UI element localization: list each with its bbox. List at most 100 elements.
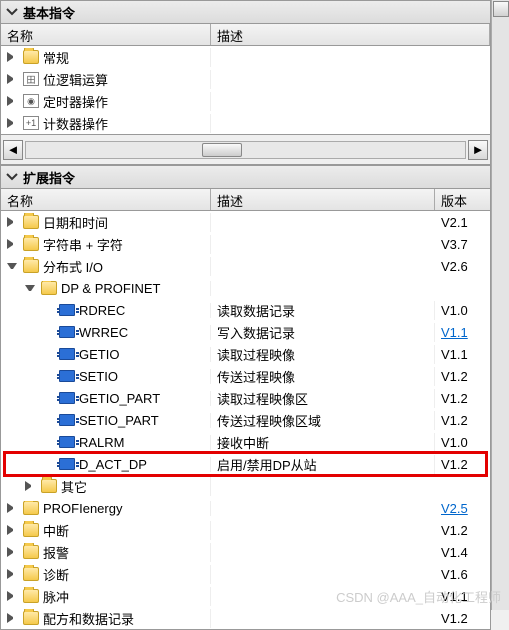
expand-spacer [43,415,53,425]
folder-icon [23,545,39,559]
tree-item[interactable]: SETIO_PART传送过程映像区域V1.2 [1,409,490,431]
folder-icon [23,523,39,537]
tree-item[interactable]: 中断V1.2 [1,519,490,541]
tree-item[interactable]: 字符串 + 字符V3.7 [1,233,490,255]
expand-closed-icon[interactable] [7,547,17,557]
folder-icon [23,501,39,515]
folder-icon [23,611,39,625]
item-version: V1.1 [435,347,490,362]
collapse-icon[interactable] [5,5,19,19]
item-label: PROFIenergy [43,501,122,516]
tree-item[interactable]: 分布式 I/OV2.6 [1,255,490,277]
tree-item[interactable]: GETIO_PART读取过程映像区V1.2 [1,387,490,409]
item-version: V1.4 [435,545,490,560]
ext-header[interactable]: 扩展指令 [0,165,491,189]
item-version: V2.6 [435,259,490,274]
expand-closed-icon[interactable] [25,481,35,491]
tree-item[interactable]: 田位逻辑运算 [1,68,490,90]
folder-icon [23,50,39,64]
folder-icon [23,215,39,229]
ext-columns: 名称 描述 版本 [0,189,491,211]
basic-title: 基本指令 [23,3,75,22]
tree-item[interactable]: GETIO 读取过程映像V1.1 [1,343,490,365]
tree-item[interactable]: D_ACT_DP 启用/禁用DP从站V1.2 [1,453,490,475]
item-version: V1.2 [435,391,490,406]
expand-open-icon[interactable] [7,263,17,273]
tree-item[interactable]: ◉定时器操作 [1,90,490,112]
block-icon [59,304,75,316]
expand-spacer [43,305,53,315]
hscrollbar[interactable]: ◄ ► [0,135,491,165]
folder-icon [23,567,39,581]
item-label: WRREC [79,325,128,340]
item-version: V1.2 [435,457,490,472]
expand-open-icon[interactable] [25,285,35,295]
expand-closed-icon[interactable] [7,74,17,84]
tree-item[interactable]: DP & PROFINET [1,277,490,299]
ext-title: 扩展指令 [23,168,75,187]
scroll-thumb[interactable] [202,143,242,157]
tree-item[interactable]: +1计数器操作 [1,112,490,134]
item-desc: 接收中断 [211,433,435,452]
tree-item[interactable]: 日期和时间V2.1 [1,211,490,233]
expand-closed-icon[interactable] [7,52,17,62]
expand-spacer [43,349,53,359]
basic-tree[interactable]: 常规田位逻辑运算◉定时器操作+1计数器操作 [0,46,491,135]
col-desc[interactable]: 描述 [211,189,435,210]
tree-item[interactable]: 配方和数据记录V1.2 [1,607,490,629]
col-desc[interactable]: 描述 [211,24,490,45]
ext-tree[interactable]: 日期和时间V2.1字符串 + 字符V3.7分布式 I/OV2.6DP & PRO… [0,211,491,630]
item-label: 日期和时间 [43,213,108,232]
item-desc: 传送过程映像 [211,367,435,386]
scroll-left-icon[interactable]: ◄ [3,140,23,160]
scroll-up-icon[interactable] [493,1,509,17]
item-label: GETIO_PART [79,391,160,406]
item-version[interactable]: V2.5 [435,501,490,516]
expand-closed-icon[interactable] [7,591,17,601]
basic-columns: 名称 描述 [0,24,491,46]
expand-closed-icon[interactable] [7,503,17,513]
expand-closed-icon[interactable] [7,525,17,535]
tree-item[interactable]: 常规 [1,46,490,68]
expand-closed-icon[interactable] [7,118,17,128]
block-icon [59,436,75,448]
tree-item[interactable]: SETIO传送过程映像V1.2 [1,365,490,387]
item-label: 诊断 [43,565,69,584]
block-icon [59,326,75,338]
overlay-icon: ◉ [23,94,39,108]
expand-spacer [43,327,53,337]
expand-closed-icon[interactable] [7,613,17,623]
item-desc: 读取过程映像 [211,345,435,364]
item-label: SETIO [79,369,118,384]
tree-item[interactable]: 诊断V1.6 [1,563,490,585]
col-name[interactable]: 名称 [1,24,211,45]
overlay-icon: 田 [23,72,39,86]
item-desc: 启用/禁用DP从站 [211,455,435,474]
item-label: GETIO [79,347,119,362]
tree-item[interactable]: 报警V1.4 [1,541,490,563]
item-version[interactable]: V1.1 [435,325,490,340]
vscrollbar[interactable] [491,0,509,610]
expand-closed-icon[interactable] [7,217,17,227]
item-version: V1.2 [435,413,490,428]
folder-icon [41,281,57,295]
expand-closed-icon[interactable] [7,239,17,249]
scroll-track[interactable] [25,141,466,159]
item-label: D_ACT_DP [79,457,147,472]
tree-item[interactable]: 其它 [1,475,490,497]
expand-closed-icon[interactable] [7,569,17,579]
item-label: RALRM [79,435,125,450]
tree-item[interactable]: WRREC写入数据记录V1.1 [1,321,490,343]
tree-item[interactable]: RALRM接收中断V1.0 [1,431,490,453]
item-version: V3.7 [435,237,490,252]
col-name[interactable]: 名称 [1,189,211,210]
col-ver[interactable]: 版本 [435,189,490,210]
item-label: 计数器操作 [43,114,108,133]
scroll-right-icon[interactable]: ► [468,140,488,160]
expand-closed-icon[interactable] [7,96,17,106]
tree-item[interactable]: PROFIenergy V2.5 [1,497,490,519]
collapse-icon[interactable] [5,170,19,184]
tree-item[interactable]: RDREC读取数据记录V1.0 [1,299,490,321]
watermark: CSDN @AAA_自动化工程师 [336,587,501,606]
basic-header[interactable]: 基本指令 [0,0,491,24]
